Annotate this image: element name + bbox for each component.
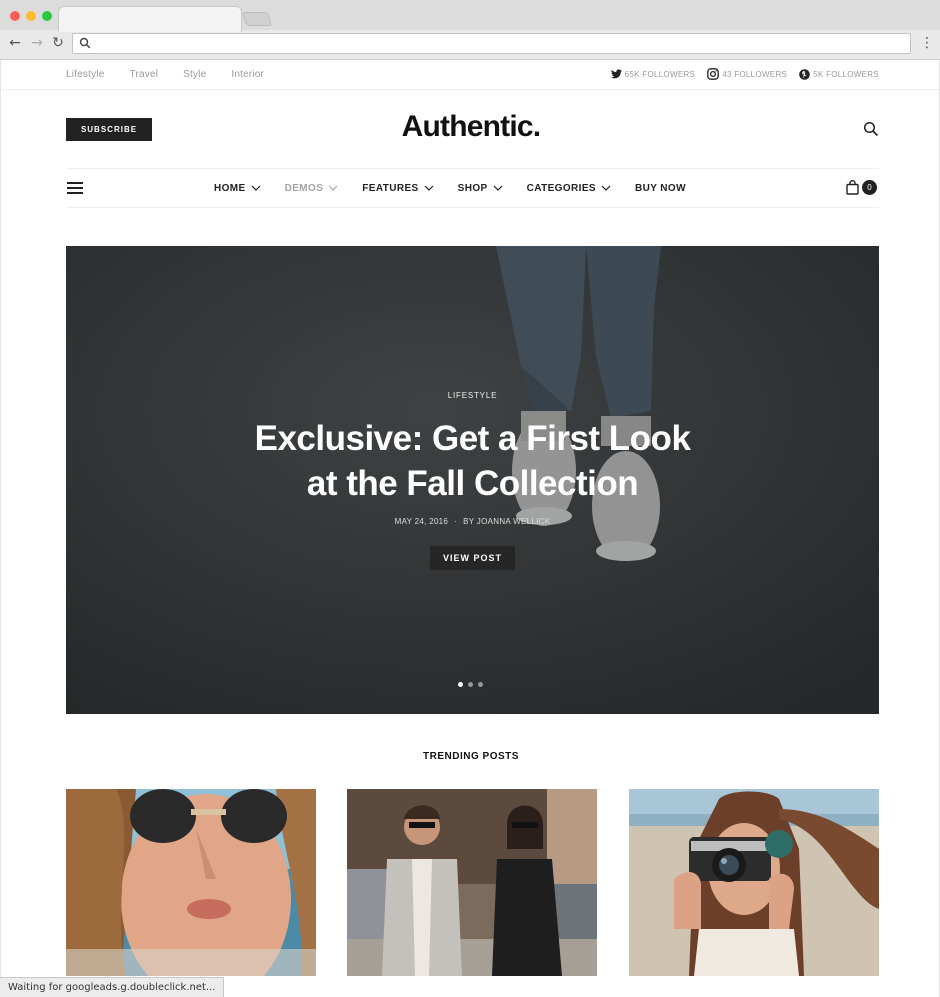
instagram-followers-count: 43 FOLLOWERS: [722, 69, 788, 79]
search-icon[interactable]: [863, 121, 879, 137]
nav-item-label: HOME: [214, 182, 246, 194]
shopping-bag-icon: [846, 180, 859, 195]
nav-item-demos[interactable]: DEMOS: [285, 183, 339, 194]
trending-post-card[interactable]: [66, 789, 316, 976]
pinterest-link[interactable]: 5K FOLLOWERS: [799, 68, 879, 80]
hero-title[interactable]: Exclusive: Get a First Look at the Fall …: [66, 416, 879, 506]
nav-menu: HOME DEMOS FEATURES SHOP CATEGORIES BUY …: [214, 169, 686, 207]
post-thumbnail: [66, 789, 316, 976]
nav-item-label: DEMOS: [284, 182, 324, 194]
pinterest-icon: [799, 68, 810, 80]
cart-count-badge: 0: [862, 180, 877, 195]
chevron-down-icon: [493, 185, 503, 191]
slider-dot[interactable]: [478, 682, 483, 687]
pinterest-followers-count: 5K FOLLOWERS: [813, 69, 879, 79]
nav-item-features[interactable]: FEATURES: [362, 182, 434, 194]
slider-dot[interactable]: [468, 682, 473, 687]
trending-post-card[interactable]: [629, 789, 879, 976]
hero-category[interactable]: LIFESTYLE: [66, 391, 879, 400]
hero-meta: MAY 24, 2016 · BY JOANNA WELLICK: [66, 517, 879, 526]
nav-item-label: FEATURES: [362, 182, 419, 194]
nav-item-home[interactable]: HOME: [214, 183, 261, 194]
reload-icon[interactable]: ↻: [50, 35, 66, 51]
category-links: Lifestyle Travel Style Interior: [66, 69, 264, 80]
minimize-window-button[interactable]: [26, 11, 36, 21]
forward-arrow-icon[interactable]: →: [29, 35, 45, 51]
new-tab-button[interactable]: [241, 12, 273, 26]
twitter-followers-count: 65K FOLLOWERS: [624, 69, 696, 79]
hero-content: LIFESTYLE Exclusive: Get a First Look at…: [66, 246, 879, 714]
hero-title-line: at the Fall Collection: [306, 464, 639, 503]
tab-bar: [0, 0, 940, 32]
nav-item-categories[interactable]: CATEGORIES: [527, 183, 611, 194]
category-link-travel[interactable]: Travel: [130, 69, 159, 80]
meta-separator: ·: [454, 517, 458, 526]
social-counters: 65K FOLLOWERS 43 FOLLOWERS 5K FOLLOWERS: [610, 68, 879, 80]
post-author[interactable]: BY JOANNA WELLICK: [463, 517, 550, 526]
cart-button[interactable]: 0: [846, 180, 877, 195]
post-thumbnail: [629, 789, 879, 976]
trending-post-card[interactable]: [347, 789, 597, 976]
category-link-lifestyle[interactable]: Lifestyle: [66, 69, 105, 80]
chevron-down-icon: [424, 185, 434, 191]
main-navigation: HOME DEMOS FEATURES SHOP CATEGORIES BUY …: [66, 168, 879, 208]
instagram-link[interactable]: 43 FOLLOWERS: [707, 68, 787, 80]
instagram-icon: [707, 68, 720, 80]
browser-tab[interactable]: [58, 6, 242, 32]
hamburger-menu-icon[interactable]: [67, 182, 83, 195]
address-bar[interactable]: [72, 33, 911, 54]
nav-item-buy-now[interactable]: BUY NOW: [635, 183, 686, 194]
web-page: Lifestyle Travel Style Interior 65K FOLL…: [0, 60, 940, 997]
search-icon: [79, 37, 91, 49]
close-window-button[interactable]: [10, 11, 20, 21]
slider-dot[interactable]: [458, 682, 463, 687]
chevron-down-icon: [328, 185, 338, 191]
site-logo[interactable]: Authentic.: [1, 110, 940, 144]
browser-status-bar: Waiting for googleads.g.doubleclick.net.…: [0, 977, 225, 997]
hero-title-line: Exclusive: Get a First Look: [254, 419, 691, 458]
maximize-window-button[interactable]: [42, 11, 52, 21]
top-bar: Lifestyle Travel Style Interior 65K FOLL…: [1, 60, 940, 90]
nav-item-label: BUY NOW: [634, 182, 686, 194]
chevron-down-icon: [251, 185, 261, 191]
nav-item-shop[interactable]: SHOP: [458, 183, 503, 194]
category-link-style[interactable]: Style: [183, 69, 206, 80]
chevron-down-icon: [601, 185, 611, 191]
view-post-button[interactable]: VIEW POST: [430, 546, 515, 570]
slider-pagination: [458, 682, 483, 687]
twitter-icon: [610, 69, 622, 79]
post-date: MAY 24, 2016: [394, 517, 449, 526]
nav-item-label: SHOP: [457, 182, 488, 194]
hero-slider[interactable]: LIFESTYLE Exclusive: Get a First Look at…: [66, 246, 879, 714]
post-thumbnail: [347, 789, 597, 976]
back-arrow-icon[interactable]: ←: [7, 35, 23, 51]
trending-posts-heading: TRENDING POSTS: [423, 751, 519, 762]
browser-menu-icon[interactable]: ⋮: [920, 35, 934, 51]
category-link-interior[interactable]: Interior: [231, 69, 264, 80]
browser-chrome: ← → ↻ ⋮: [0, 0, 940, 60]
nav-item-label: CATEGORIES: [526, 182, 596, 194]
twitter-link[interactable]: 65K FOLLOWERS: [610, 69, 696, 79]
